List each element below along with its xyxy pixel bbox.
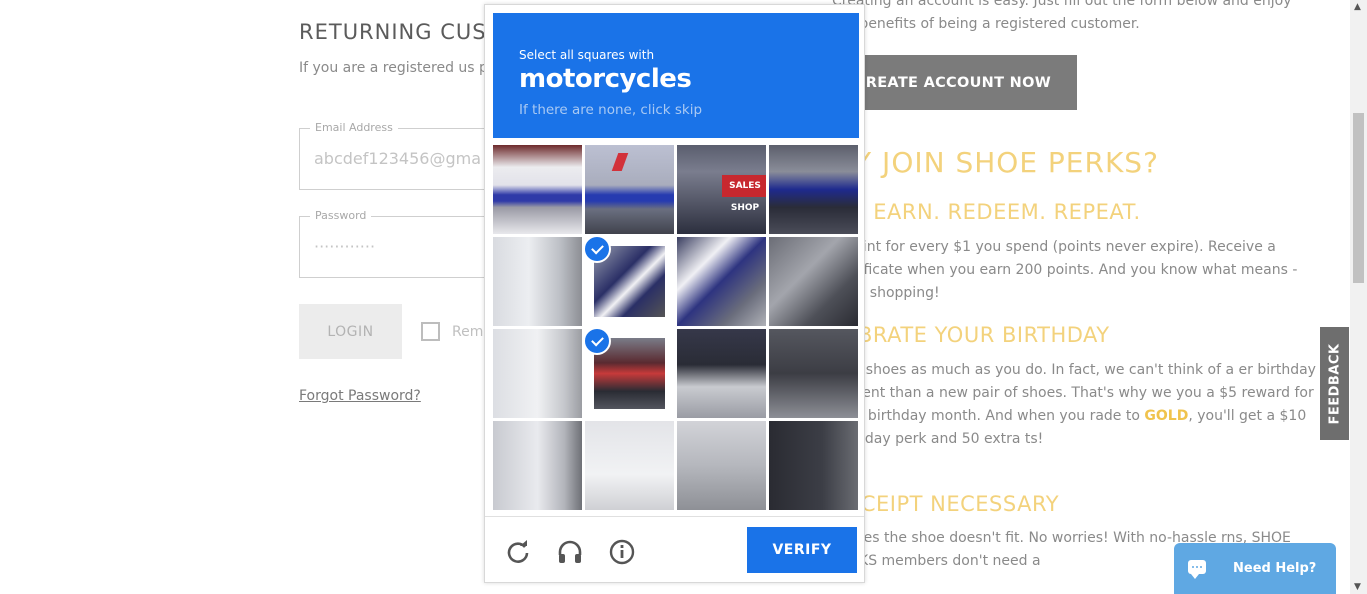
- captcha-tile[interactable]: SALES SHOP: [677, 145, 766, 234]
- why-join-heading: HY JOIN SHOE PERKS?: [832, 146, 1159, 179]
- captcha-target: motorcycles: [519, 64, 692, 94]
- captcha-tile[interactable]: [493, 145, 582, 234]
- perk-heading-receipt: RECEIPT NECESSARY: [832, 492, 1060, 516]
- remember-label: Rem: [452, 323, 484, 340]
- reload-icon[interactable]: [505, 539, 531, 565]
- captcha-dialog: Select all squares with motorcycles If t…: [484, 4, 865, 583]
- captcha-grid: SALES SHOP: [493, 145, 858, 510]
- captcha-tile[interactable]: [585, 421, 674, 510]
- captcha-tile[interactable]: [677, 329, 766, 418]
- page-scrollbar[interactable]: ▲ ▼: [1350, 0, 1367, 594]
- need-help-button[interactable]: Need Help?: [1174, 543, 1336, 594]
- email-value: abcdef123456@gma: [314, 149, 482, 168]
- login-button[interactable]: LOGIN: [299, 304, 402, 359]
- scrollbar-thumb[interactable]: [1353, 113, 1364, 283]
- brand-logo: [611, 153, 629, 171]
- email-label: Email Address: [310, 121, 398, 134]
- perk-heading-earn: OP. EARN. REDEEM. REPEAT.: [832, 200, 1141, 224]
- page: RETURNING CUS If you are a registered us…: [0, 0, 1367, 594]
- captcha-hint: If there are none, click skip: [519, 102, 703, 118]
- scroll-down-icon[interactable]: ▼: [1354, 582, 1361, 592]
- captcha-tile[interactable]: [677, 421, 766, 510]
- captcha-tile[interactable]: [493, 329, 582, 418]
- captcha-tile[interactable]: [769, 421, 858, 510]
- gold-tier-label: GOLD: [1144, 408, 1189, 424]
- create-account-button[interactable]: CREATE ACCOUNT NOW: [832, 55, 1077, 110]
- captcha-footer: VERIFY: [485, 516, 864, 583]
- password-label: Password: [310, 209, 372, 222]
- scroll-up-icon[interactable]: ▲: [1354, 2, 1361, 12]
- captcha-tile[interactable]: [769, 329, 858, 418]
- captcha-tile[interactable]: [585, 145, 674, 234]
- info-icon[interactable]: [609, 539, 635, 565]
- password-value: ············: [314, 237, 376, 256]
- perk-heading-birthday: LEBRATE YOUR BIRTHDAY: [832, 323, 1110, 347]
- captcha-instruction: Select all squares with: [519, 48, 655, 62]
- captcha-tile-selected[interactable]: [585, 237, 674, 326]
- captcha-tile[interactable]: [769, 237, 858, 326]
- feedback-label: FEEDBACK: [1327, 342, 1342, 425]
- captcha-tile[interactable]: [769, 145, 858, 234]
- captcha-header: Select all squares with motorcycles If t…: [493, 13, 859, 138]
- chat-icon: [1188, 560, 1206, 579]
- need-help-label: Need Help?: [1233, 561, 1317, 576]
- feedback-tab[interactable]: FEEDBACK: [1320, 327, 1349, 440]
- login-title: RETURNING CUS: [299, 20, 487, 44]
- perk-text-birthday: love shoes as much as you do. In fact, w…: [832, 359, 1320, 451]
- headphones-icon[interactable]: [557, 539, 583, 565]
- forgot-password-link[interactable]: Forgot Password?: [299, 388, 421, 404]
- remember-checkbox[interactable]: [421, 322, 440, 341]
- captcha-tile[interactable]: [677, 237, 766, 326]
- captcha-tile[interactable]: [493, 421, 582, 510]
- remember-me[interactable]: Rem: [421, 322, 483, 341]
- captcha-tile-selected[interactable]: [585, 329, 674, 418]
- verify-button[interactable]: VERIFY: [747, 527, 857, 573]
- register-intro: Creating an account is easy. Just fill o…: [832, 0, 1292, 32]
- sales-shop-sign: SALES SHOP: [722, 175, 766, 213]
- perk-text-earn: 1 point for every $1 you spend (points n…: [832, 239, 1298, 301]
- captcha-tile[interactable]: [493, 237, 582, 326]
